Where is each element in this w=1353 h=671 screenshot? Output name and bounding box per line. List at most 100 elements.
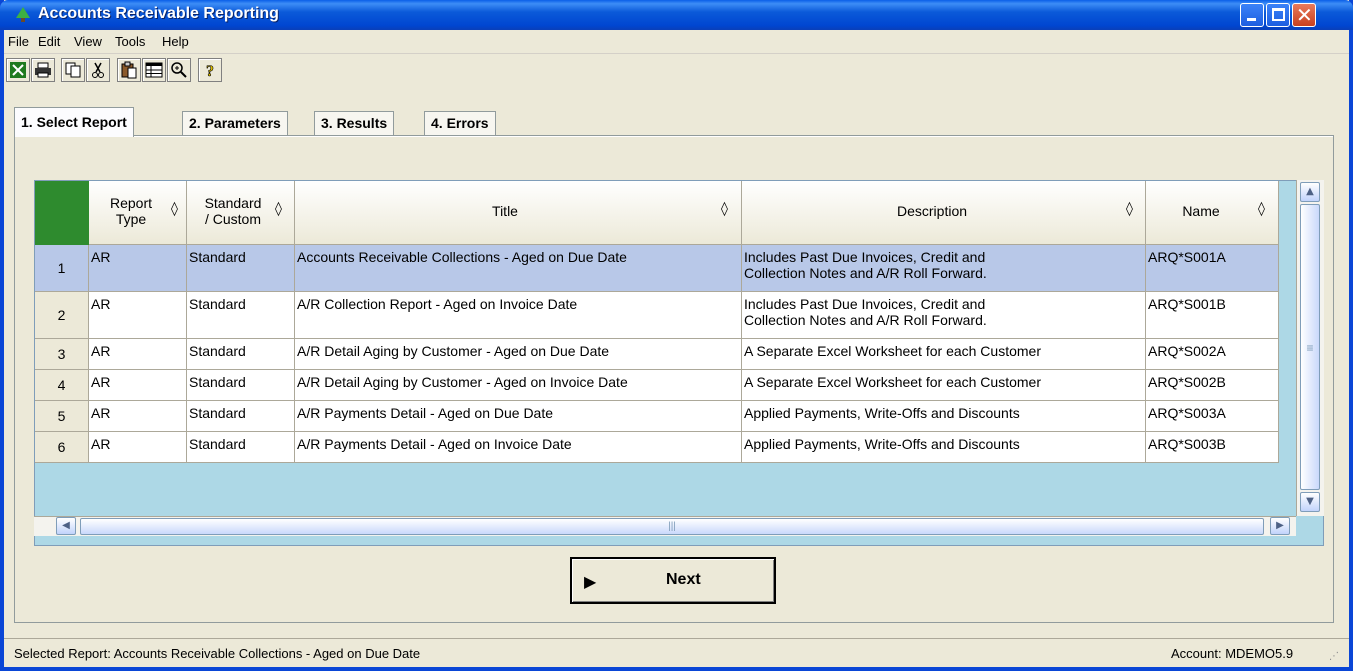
- maximize-button[interactable]: [1266, 3, 1290, 27]
- help-icon: ?: [206, 63, 215, 79]
- menu-help[interactable]: Help: [162, 34, 189, 49]
- row-header[interactable]: 5: [35, 401, 89, 432]
- next-button[interactable]: ▶ Next: [570, 557, 776, 604]
- horizontal-scroll-thumb[interactable]: |||: [80, 518, 1264, 535]
- scroll-down-button[interactable]: ▼: [1300, 492, 1320, 512]
- sort-icon[interactable]: ◊: [721, 201, 728, 217]
- col-header-standard-custom[interactable]: Standard / Custom ◊: [187, 181, 295, 245]
- scroll-up-button[interactable]: ▲: [1300, 182, 1320, 202]
- cell-title[interactable]: A/R Payments Detail - Aged on Due Date: [295, 401, 742, 432]
- sort-icon[interactable]: ◊: [1258, 201, 1265, 217]
- cell-title[interactable]: Accounts Receivable Collections - Aged o…: [295, 245, 742, 292]
- cell-title[interactable]: A/R Detail Aging by Customer - Aged on I…: [295, 370, 742, 401]
- paste-button[interactable]: [117, 58, 141, 82]
- copy-icon: [65, 62, 81, 78]
- row-header[interactable]: 4: [35, 370, 89, 401]
- cell-title[interactable]: A/R Detail Aging by Customer - Aged on D…: [295, 339, 742, 370]
- arrow-up-icon: ▲: [1306, 186, 1314, 197]
- paste-icon: [121, 61, 137, 79]
- status-account: Account: MDEMO5.9: [1171, 646, 1294, 661]
- play-arrow-icon: ▶: [584, 572, 597, 591]
- tab-parameters[interactable]: 2. Parameters: [182, 111, 288, 135]
- tab-errors[interactable]: 4. Errors: [424, 111, 496, 135]
- minimize-icon: [1247, 18, 1256, 21]
- col-header-report-type[interactable]: Report Type ◊: [89, 181, 187, 245]
- print-button[interactable]: [31, 58, 55, 82]
- report-grid[interactable]: Report Type ◊ Standard / Custom ◊ Title ◊ …: [34, 180, 1324, 546]
- menu-bar: File Edit View Tools Help: [4, 30, 1349, 54]
- vertical-scrollbar[interactable]: ▲ ≡ ▼: [1296, 180, 1324, 516]
- excel-button[interactable]: [6, 58, 30, 82]
- menu-tools[interactable]: Tools: [115, 34, 145, 49]
- menu-file[interactable]: File: [8, 34, 29, 49]
- toolbar: ?: [4, 55, 1349, 87]
- cell-standard-custom[interactable]: Standard: [187, 432, 295, 463]
- sort-icon[interactable]: ◊: [1126, 201, 1133, 217]
- cell-standard-custom[interactable]: Standard: [187, 370, 295, 401]
- grip-icon: |||: [668, 521, 676, 532]
- cell-description[interactable]: Includes Past Due Invoices, Credit and Co…: [742, 292, 1146, 339]
- tab-results[interactable]: 3. Results: [314, 111, 395, 135]
- cell-description[interactable]: A Separate Excel Worksheet for each Cust…: [742, 370, 1146, 401]
- cell-report-type[interactable]: AR: [89, 292, 187, 339]
- cut-icon: [92, 62, 104, 78]
- cell-title[interactable]: A/R Payments Detail - Aged on Invoice Da…: [295, 432, 742, 463]
- grid-view-icon: [145, 62, 163, 78]
- row-header[interactable]: 2: [35, 292, 89, 339]
- cell-description[interactable]: A Separate Excel Worksheet for each Cust…: [742, 339, 1146, 370]
- sort-icon[interactable]: ◊: [171, 201, 178, 217]
- menu-view[interactable]: View: [74, 34, 102, 49]
- cell-report-type[interactable]: AR: [89, 401, 187, 432]
- app-window: Accounts Receivable Reporting ✕ File Edi…: [0, 0, 1353, 671]
- cell-standard-custom[interactable]: Standard: [187, 401, 295, 432]
- cut-button[interactable]: [86, 58, 110, 82]
- scroll-left-button[interactable]: ◀: [56, 517, 76, 535]
- horizontal-scrollbar[interactable]: ◀ ||| ▶: [34, 516, 1296, 536]
- close-icon: ✕: [1296, 3, 1313, 27]
- minimize-button[interactable]: [1240, 3, 1264, 27]
- col-header-title[interactable]: Title ◊: [295, 181, 742, 245]
- scroll-right-button[interactable]: ▶: [1270, 517, 1290, 535]
- maximize-icon: [1272, 8, 1285, 21]
- row-header[interactable]: 3: [35, 339, 89, 370]
- row-header[interactable]: 1: [35, 245, 89, 292]
- cell-report-type[interactable]: AR: [89, 370, 187, 401]
- close-button[interactable]: ✕: [1292, 3, 1316, 27]
- cell-name[interactable]: ARQ*S002A: [1146, 339, 1279, 370]
- row-header[interactable]: 6: [35, 432, 89, 463]
- sort-icon[interactable]: ◊: [275, 201, 282, 217]
- col-header-description[interactable]: Description ◊: [742, 181, 1146, 245]
- cell-standard-custom[interactable]: Standard: [187, 339, 295, 370]
- cell-name[interactable]: ARQ*S003B: [1146, 432, 1279, 463]
- cell-description[interactable]: Applied Payments, Write-Offs and Discoun…: [742, 432, 1146, 463]
- cell-name[interactable]: ARQ*S001B: [1146, 292, 1279, 339]
- arrow-left-icon: ◀: [62, 520, 70, 531]
- grid-corner[interactable]: [35, 181, 89, 245]
- excel-icon: [10, 62, 26, 78]
- zoom-button[interactable]: [167, 58, 191, 82]
- cell-description[interactable]: Includes Past Due Invoices, Credit and Co…: [742, 245, 1146, 292]
- tab-select-report[interactable]: 1. Select Report: [14, 107, 134, 137]
- grid-view-button[interactable]: [142, 58, 166, 82]
- print-icon: [35, 62, 51, 78]
- cell-name[interactable]: ARQ*S003A: [1146, 401, 1279, 432]
- cell-standard-custom[interactable]: Standard: [187, 292, 295, 339]
- cell-description[interactable]: Applied Payments, Write-Offs and Discoun…: [742, 401, 1146, 432]
- cell-name[interactable]: ARQ*S002B: [1146, 370, 1279, 401]
- cell-report-type[interactable]: AR: [89, 339, 187, 370]
- title-bar[interactable]: Accounts Receivable Reporting ✕: [0, 0, 1353, 30]
- help-button[interactable]: ?: [198, 58, 222, 82]
- cell-name[interactable]: ARQ*S001A: [1146, 245, 1279, 292]
- tree-icon: [16, 7, 30, 22]
- resize-grip-icon[interactable]: ⋰: [1329, 651, 1339, 662]
- vertical-scroll-thumb[interactable]: ≡: [1300, 204, 1320, 490]
- col-header-name[interactable]: Name ◊: [1146, 181, 1279, 245]
- menu-edit[interactable]: Edit: [38, 34, 60, 49]
- cell-title[interactable]: A/R Collection Report - Aged on Invoice …: [295, 292, 742, 339]
- copy-button[interactable]: [61, 58, 85, 82]
- cell-report-type[interactable]: AR: [89, 432, 187, 463]
- status-bar: Selected Report: Accounts Receivable Col…: [4, 638, 1349, 667]
- cell-standard-custom[interactable]: Standard: [187, 245, 295, 292]
- cell-report-type[interactable]: AR: [89, 245, 187, 292]
- svg-text:?: ?: [206, 63, 214, 79]
